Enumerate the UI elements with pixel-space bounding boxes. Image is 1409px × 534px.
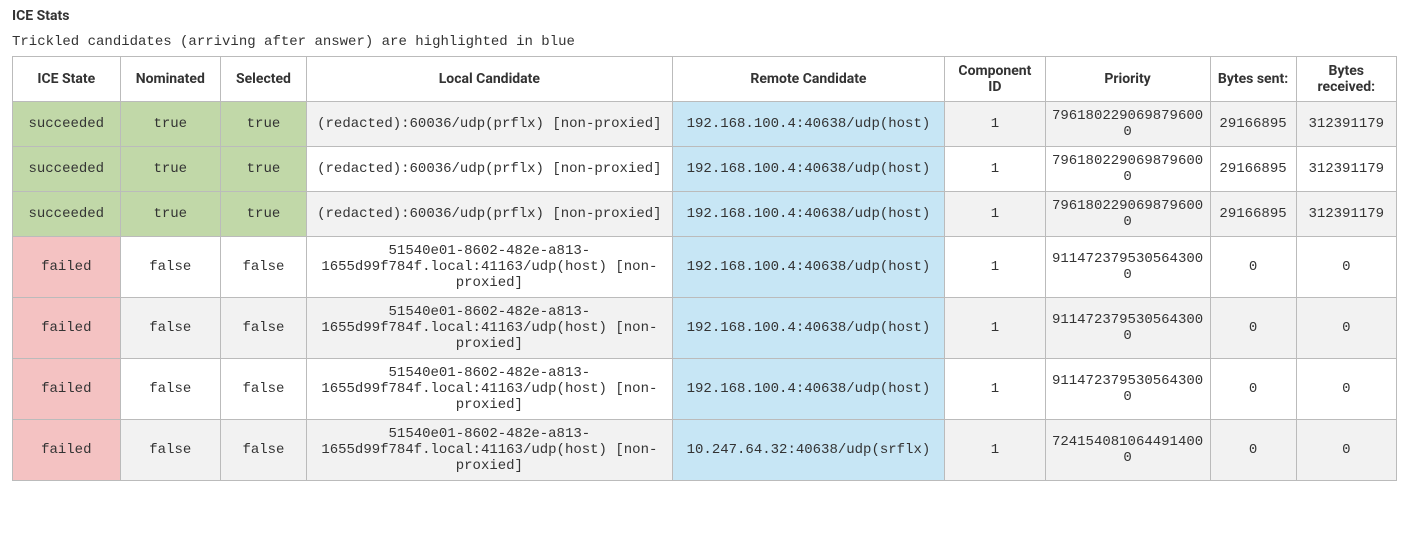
- cell-local: (redacted):60036/udp(prflx) [non-proxied…: [306, 192, 672, 237]
- cell-ice-state: failed: [13, 298, 121, 359]
- cell-local: 51540e01-8602-482e-a813-1655d99f784f.loc…: [306, 298, 672, 359]
- table-row: failedfalsefalse51540e01-8602-482e-a813-…: [13, 237, 1397, 298]
- header-bytes-sent: Bytes sent:: [1210, 57, 1296, 102]
- section-heading: ICE Stats: [12, 8, 1397, 24]
- cell-bytes-sent: 29166895: [1210, 147, 1296, 192]
- cell-priority: 7961802290698796000: [1045, 147, 1210, 192]
- cell-component: 1: [945, 102, 1045, 147]
- cell-bytes-sent: 0: [1210, 298, 1296, 359]
- cell-local: 51540e01-8602-482e-a813-1655d99f784f.loc…: [306, 420, 672, 481]
- cell-selected: true: [220, 147, 306, 192]
- header-nominated: Nominated: [120, 57, 220, 102]
- cell-bytes-sent: 0: [1210, 359, 1296, 420]
- cell-remote: 192.168.100.4:40638/udp(host): [672, 102, 945, 147]
- cell-priority: 7241540810644914000: [1045, 420, 1210, 481]
- cell-component: 1: [945, 147, 1045, 192]
- cell-bytes-sent: 29166895: [1210, 192, 1296, 237]
- cell-priority: 9114723795305643000: [1045, 359, 1210, 420]
- cell-bytes-sent: 0: [1210, 237, 1296, 298]
- table-row: succeededtruetrue(redacted):60036/udp(pr…: [13, 147, 1397, 192]
- header-priority: Priority: [1045, 57, 1210, 102]
- cell-remote: 192.168.100.4:40638/udp(host): [672, 298, 945, 359]
- cell-local: (redacted):60036/udp(prflx) [non-proxied…: [306, 102, 672, 147]
- cell-ice-state: succeeded: [13, 192, 121, 237]
- header-component: Component ID: [945, 57, 1045, 102]
- header-selected: Selected: [220, 57, 306, 102]
- cell-nominated: false: [120, 420, 220, 481]
- cell-component: 1: [945, 420, 1045, 481]
- cell-bytes-received: 0: [1296, 298, 1396, 359]
- cell-selected: false: [220, 237, 306, 298]
- cell-nominated: true: [120, 192, 220, 237]
- table-row: failedfalsefalse51540e01-8602-482e-a813-…: [13, 359, 1397, 420]
- cell-nominated: true: [120, 102, 220, 147]
- trickle-note: Trickled candidates (arriving after answ…: [12, 34, 1397, 50]
- cell-selected: false: [220, 298, 306, 359]
- table-row: succeededtruetrue(redacted):60036/udp(pr…: [13, 102, 1397, 147]
- cell-bytes-sent: 0: [1210, 420, 1296, 481]
- cell-selected: true: [220, 192, 306, 237]
- cell-ice-state: failed: [13, 237, 121, 298]
- ice-stats-table: ICE State Nominated Selected Local Candi…: [12, 56, 1397, 481]
- cell-selected: false: [220, 359, 306, 420]
- cell-nominated: false: [120, 298, 220, 359]
- cell-priority: 7961802290698796000: [1045, 102, 1210, 147]
- header-ice-state: ICE State: [13, 57, 121, 102]
- cell-ice-state: succeeded: [13, 102, 121, 147]
- header-remote: Remote Candidate: [672, 57, 945, 102]
- header-local: Local Candidate: [306, 57, 672, 102]
- cell-remote: 192.168.100.4:40638/udp(host): [672, 147, 945, 192]
- cell-nominated: false: [120, 237, 220, 298]
- cell-nominated: true: [120, 147, 220, 192]
- cell-priority: 9114723795305643000: [1045, 237, 1210, 298]
- cell-bytes-received: 312391179: [1296, 147, 1396, 192]
- cell-component: 1: [945, 192, 1045, 237]
- cell-ice-state: failed: [13, 420, 121, 481]
- table-header-row: ICE State Nominated Selected Local Candi…: [13, 57, 1397, 102]
- cell-bytes-received: 0: [1296, 359, 1396, 420]
- cell-remote: 192.168.100.4:40638/udp(host): [672, 237, 945, 298]
- cell-local: 51540e01-8602-482e-a813-1655d99f784f.loc…: [306, 237, 672, 298]
- header-bytes-received: Bytes received:: [1296, 57, 1396, 102]
- cell-component: 1: [945, 359, 1045, 420]
- cell-remote: 192.168.100.4:40638/udp(host): [672, 192, 945, 237]
- table-row: failedfalsefalse51540e01-8602-482e-a813-…: [13, 298, 1397, 359]
- cell-selected: false: [220, 420, 306, 481]
- cell-bytes-received: 0: [1296, 420, 1396, 481]
- cell-bytes-received: 312391179: [1296, 192, 1396, 237]
- cell-remote: 192.168.100.4:40638/udp(host): [672, 359, 945, 420]
- cell-priority: 9114723795305643000: [1045, 298, 1210, 359]
- cell-bytes-received: 0: [1296, 237, 1396, 298]
- cell-local: (redacted):60036/udp(prflx) [non-proxied…: [306, 147, 672, 192]
- cell-priority: 7961802290698796000: [1045, 192, 1210, 237]
- cell-remote: 10.247.64.32:40638/udp(srflx): [672, 420, 945, 481]
- cell-nominated: false: [120, 359, 220, 420]
- cell-bytes-received: 312391179: [1296, 102, 1396, 147]
- table-row: succeededtruetrue(redacted):60036/udp(pr…: [13, 192, 1397, 237]
- cell-local: 51540e01-8602-482e-a813-1655d99f784f.loc…: [306, 359, 672, 420]
- cell-ice-state: failed: [13, 359, 121, 420]
- cell-component: 1: [945, 237, 1045, 298]
- table-row: failedfalsefalse51540e01-8602-482e-a813-…: [13, 420, 1397, 481]
- cell-selected: true: [220, 102, 306, 147]
- cell-ice-state: succeeded: [13, 147, 121, 192]
- cell-bytes-sent: 29166895: [1210, 102, 1296, 147]
- cell-component: 1: [945, 298, 1045, 359]
